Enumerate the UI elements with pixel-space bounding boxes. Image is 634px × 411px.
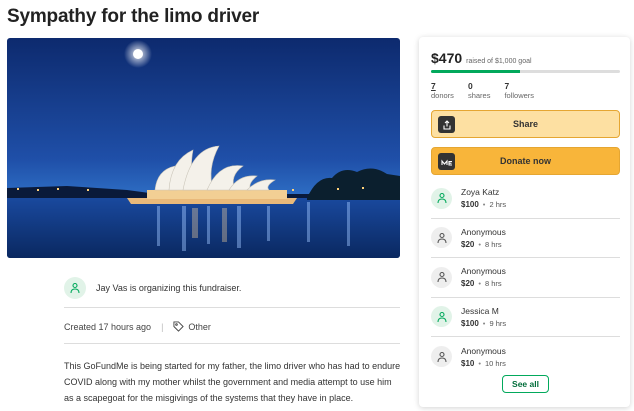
stat-label: donors — [431, 91, 454, 100]
donor-amount: $100 — [461, 318, 479, 328]
organizer-row: Jay Vas is organizing this fundraiser. — [64, 272, 400, 308]
stat-label: followers — [504, 91, 535, 100]
story-text: This GoFundMe is being started for my fa… — [64, 361, 401, 403]
donate-button[interactable]: Donate now — [431, 147, 620, 175]
donor-amount: $20 — [461, 239, 475, 249]
donor-amount: $100 — [461, 200, 479, 210]
created-time: Created 17 hours ago — [64, 321, 152, 332]
see-all-button[interactable]: See all — [502, 375, 549, 393]
donor-name: Zoya Katz — [461, 187, 500, 198]
stat-value: 7 — [431, 81, 436, 91]
donor-item: Anonymous $20 • 8 hrs — [431, 219, 620, 258]
stat-donors[interactable]: 7 donors — [431, 81, 454, 100]
donor-avatar-icon — [431, 306, 452, 328]
donor-avatar-icon — [431, 227, 452, 249]
organizer-text: Jay Vas is organizing this fundraiser. — [96, 282, 242, 293]
page-title: Sympathy for the limo driver — [7, 6, 260, 27]
donor-avatar-icon — [431, 187, 452, 209]
raised-summary: $470 raised of $1,000 goal — [431, 50, 532, 66]
category-label: Other — [188, 321, 211, 332]
meta-separator: | — [161, 321, 164, 332]
progress-fill — [431, 70, 520, 73]
donor-item: Zoya Katz $100 • 2 hrs — [431, 179, 620, 219]
donation-sidebar: $470 raised of $1,000 goal 7 donors 0 sh… — [419, 37, 630, 407]
donor-list: Zoya Katz $100 • 2 hrs Anonymous $20 • 8 hrs… — [431, 179, 620, 377]
tag-icon — [173, 321, 185, 332]
campaign-meta: Created 17 hours ago | Other — [64, 316, 400, 344]
donate-label: Donate now — [500, 156, 551, 166]
share-label: Share — [512, 119, 538, 129]
donor-name: Anonymous — [461, 345, 506, 356]
hero-image — [7, 38, 400, 258]
share-button[interactable]: Share — [431, 110, 620, 138]
stat-followers: 7 followers — [504, 81, 534, 100]
share-upload-icon — [438, 116, 455, 133]
donor-amount: $10 — [461, 358, 475, 368]
donor-name: Anonymous — [461, 266, 506, 277]
stat-shares: 0 shares — [468, 81, 491, 100]
user-heart-icon — [64, 276, 86, 299]
donor-time: 8 hrs — [485, 279, 502, 289]
goal-text: raised of $1,000 goal — [466, 58, 532, 65]
progress-bar — [431, 70, 620, 73]
donor-item: Anonymous $20 • 8 hrs — [431, 258, 620, 298]
donor-time: 10 hrs — [485, 358, 506, 368]
donor-name: Anonymous — [461, 226, 506, 237]
stat-value: 0 — [467, 81, 473, 91]
donor-time: 2 hrs — [489, 200, 507, 210]
donor-item: Anonymous $10 • 10 hrs — [431, 337, 620, 377]
donor-name: Jessica M — [461, 305, 499, 316]
campaign-stats: 7 donors 0 shares 7 followers — [431, 81, 534, 100]
donor-avatar-icon — [431, 346, 452, 368]
donor-avatar-icon — [431, 266, 452, 288]
stat-value: 7 — [504, 81, 510, 91]
donor-time: 9 hrs — [489, 318, 507, 328]
donor-item: Jessica M $100 • 9 hrs — [431, 298, 620, 337]
stat-label: shares — [467, 91, 491, 100]
category-link[interactable]: Other — [173, 321, 211, 332]
gofundme-me-icon — [438, 153, 455, 170]
donor-time: 8 hrs — [485, 239, 502, 249]
donor-amount: $20 — [461, 279, 475, 289]
raised-amount: $470 — [431, 50, 463, 66]
